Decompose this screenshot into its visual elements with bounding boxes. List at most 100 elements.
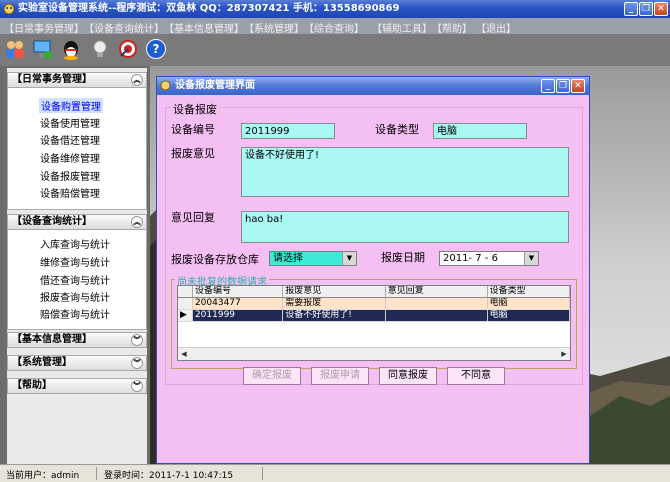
cell-reply [385,309,488,322]
reply-label: 意见回复 [171,211,215,224]
warehouse-select-value: 请选择 [273,253,303,264]
dialog-close-button[interactable]: ✕ [571,79,585,93]
cell-device-no: 2011999 [192,309,284,322]
dialog-title: 设备报废管理界面 [175,80,255,91]
scrap-apply-button[interactable]: 报废申请 [311,367,369,385]
panel-device-query-body: 入库查询与统计 维修查询与统计 借还查询与统计 报废查询与统计 赔偿查询与统计 [7,230,147,330]
status-divider [262,467,263,480]
device-type-field[interactable]: 电脑 [433,123,527,139]
scrap-date-value: 2011- 7 - 6 [443,253,498,264]
menu-comprehensive-query[interactable]: 【综合查询】 [304,20,364,35]
column-header-device-no[interactable]: 设备编号 [192,286,284,298]
dialog-title-bar[interactable]: 设备报废管理界面 _ ❐ ✕ [157,77,589,95]
cell-opinion: 需要报废 [282,297,386,310]
network-icon[interactable] [31,38,53,60]
agree-scrap-button[interactable]: 同意报废 [379,367,437,385]
panel-system-header[interactable]: 【系统管理】 ︾ [7,355,147,371]
collapse-chevron-icon[interactable]: ︽ [131,74,143,86]
device-no-label: 设备编号 [171,123,215,136]
app-icon [160,80,171,91]
row-selected-arrow-icon: ▶ [178,309,193,322]
menu-basic-info[interactable]: 【基本信息管理】 [164,20,244,35]
toolbar: ? [0,34,670,66]
sidebar-item-scrap-stats[interactable]: 报废查询与统计 [40,289,110,304]
panel-daily-affairs-header[interactable]: 【日常事务管理】 ︽ [7,72,147,88]
panel-basic-info-header[interactable]: 【基本信息管理】 ︾ [7,332,147,348]
opinion-label: 报废意见 [171,147,215,160]
menu-help[interactable]: 【帮助】 [432,20,472,35]
sidebar-item-compensation-stats[interactable]: 赔偿查询与统计 [40,306,110,321]
help-icon[interactable]: ? [146,39,166,59]
column-header-device-type[interactable]: 设备类型 [487,286,570,298]
row-indicator [178,297,193,310]
expand-chevron-icon[interactable]: ︾ [131,380,143,392]
panel-title: 【系统管理】 [12,357,72,368]
sidebar-item-repair-stats[interactable]: 维修查询与统计 [40,254,110,269]
cell-device-type: 电脑 [487,309,570,322]
panel-daily-affairs-body: 设备购置管理 设备使用管理 设备借还管理 设备维修管理 设备报废管理 设备赔偿管… [7,88,147,210]
group-label: 设备报废 [171,101,219,117]
cell-opinion: 设备不好使用了! [282,309,386,322]
collapse-chevron-icon[interactable]: ︽ [131,216,143,228]
table-row[interactable]: 20043477 需要报废 电脑 [178,297,570,310]
disagree-button[interactable]: 不同意 [447,367,505,385]
chevron-down-icon[interactable]: ▼ [342,252,356,265]
dialog-restore-button[interactable]: ❐ [556,79,570,93]
sidebar-item-inbound-stats[interactable]: 入库查询与统计 [40,236,110,251]
current-user: 当前用户：admin [6,471,80,481]
panel-title: 【帮助】 [12,380,52,391]
status-divider [96,467,97,480]
panel-title: 【基本信息管理】 [12,334,92,345]
panel-title: 【设备查询统计】 [12,216,92,227]
scroll-right-icon[interactable]: ▶ [558,348,570,360]
sidebar-item-repair[interactable]: 设备维修管理 [40,150,100,165]
reply-textarea[interactable]: hao ba! [241,211,569,243]
sidebar-item-borrow-stats[interactable]: 借还查询与统计 [40,272,110,287]
menu-system[interactable]: 【系统管理】 [244,20,304,35]
sidebar-item-scrap[interactable]: 设备报废管理 [40,168,100,183]
scrap-management-dialog: 设备报废管理界面 _ ❐ ✕ 设备报废 设备编号 2011999 设备类型 电脑… [156,76,590,464]
warehouse-select[interactable]: 请选择 ▼ [269,251,357,266]
scrap-date-picker[interactable]: 2011- 7 - 6 ▼ [439,251,539,266]
status-bar: 当前用户：admin 登录时间：2011-7-1 10:47:15 [0,464,670,482]
restore-button[interactable]: ❐ [639,2,653,16]
target-icon[interactable] [117,38,139,60]
confirm-scrap-button[interactable]: 确定报废 [243,367,301,385]
close-button[interactable]: ✕ [654,2,668,16]
column-header-opinion[interactable]: 报废意见 [282,286,386,298]
sidebar-item-borrow[interactable]: 设备借还管理 [40,132,100,147]
warehouse-label: 报废设备存放仓库 [171,253,259,266]
scroll-left-icon[interactable]: ◀ [178,348,190,360]
app-icon [3,3,15,15]
cell-device-type: 电脑 [487,297,570,310]
cell-reply [385,297,488,310]
sidebar-item-compensation[interactable]: 设备赔偿管理 [40,185,100,200]
minimize-button[interactable]: _ [624,2,638,16]
users-icon[interactable] [4,38,26,60]
sidebar-item-usage[interactable]: 设备使用管理 [40,115,100,130]
horizontal-scrollbar[interactable]: ◀ ▶ [178,347,570,360]
app-title-bar[interactable]: 实验室设备管理系统--程序测试：双鱼林 QQ：287307421 手机：1355… [0,0,670,18]
device-no-field[interactable]: 2011999 [241,123,335,139]
menu-bar: 【日常事务管理】 【设备查询统计】 【基本信息管理】 【系统管理】 【综合查询】… [0,18,670,35]
sidebar-item-purchase[interactable]: 设备购置管理 [39,98,103,113]
menu-device-query[interactable]: 【设备查询统计】 [84,20,164,35]
opinion-textarea[interactable]: 设备不好使用了! [241,147,569,197]
menu-exit[interactable]: 【退出】 [476,20,516,35]
expand-chevron-icon[interactable]: ︾ [131,334,143,346]
panel-help-header[interactable]: 【帮助】 ︾ [7,378,147,394]
dialog-minimize-button[interactable]: _ [541,79,555,93]
chevron-down-icon[interactable]: ▼ [524,252,538,265]
device-type-label: 设备类型 [375,123,419,136]
menu-daily-affairs[interactable]: 【日常事务管理】 [4,20,84,35]
column-header-reply[interactable]: 意见回复 [385,286,488,298]
pending-requests-table[interactable]: 设备编号 报废意见 意见回复 设备类型 20043477 需要报废 电脑 ▶ 2… [177,285,571,361]
lightbulb-icon[interactable] [89,38,111,60]
panel-device-query-header[interactable]: 【设备查询统计】 ︽ [7,214,147,230]
table-row-selected[interactable]: ▶ 2011999 设备不好使用了! 电脑 [178,309,570,322]
row-indicator-header [178,286,193,298]
expand-chevron-icon[interactable]: ︾ [131,357,143,369]
qq-icon[interactable] [60,38,82,60]
menu-tools[interactable]: 【辅助工具】 [372,20,432,35]
sidebar: 【日常事务管理】 ︽ 设备购置管理 设备使用管理 设备借还管理 设备维修管理 设… [7,68,147,464]
